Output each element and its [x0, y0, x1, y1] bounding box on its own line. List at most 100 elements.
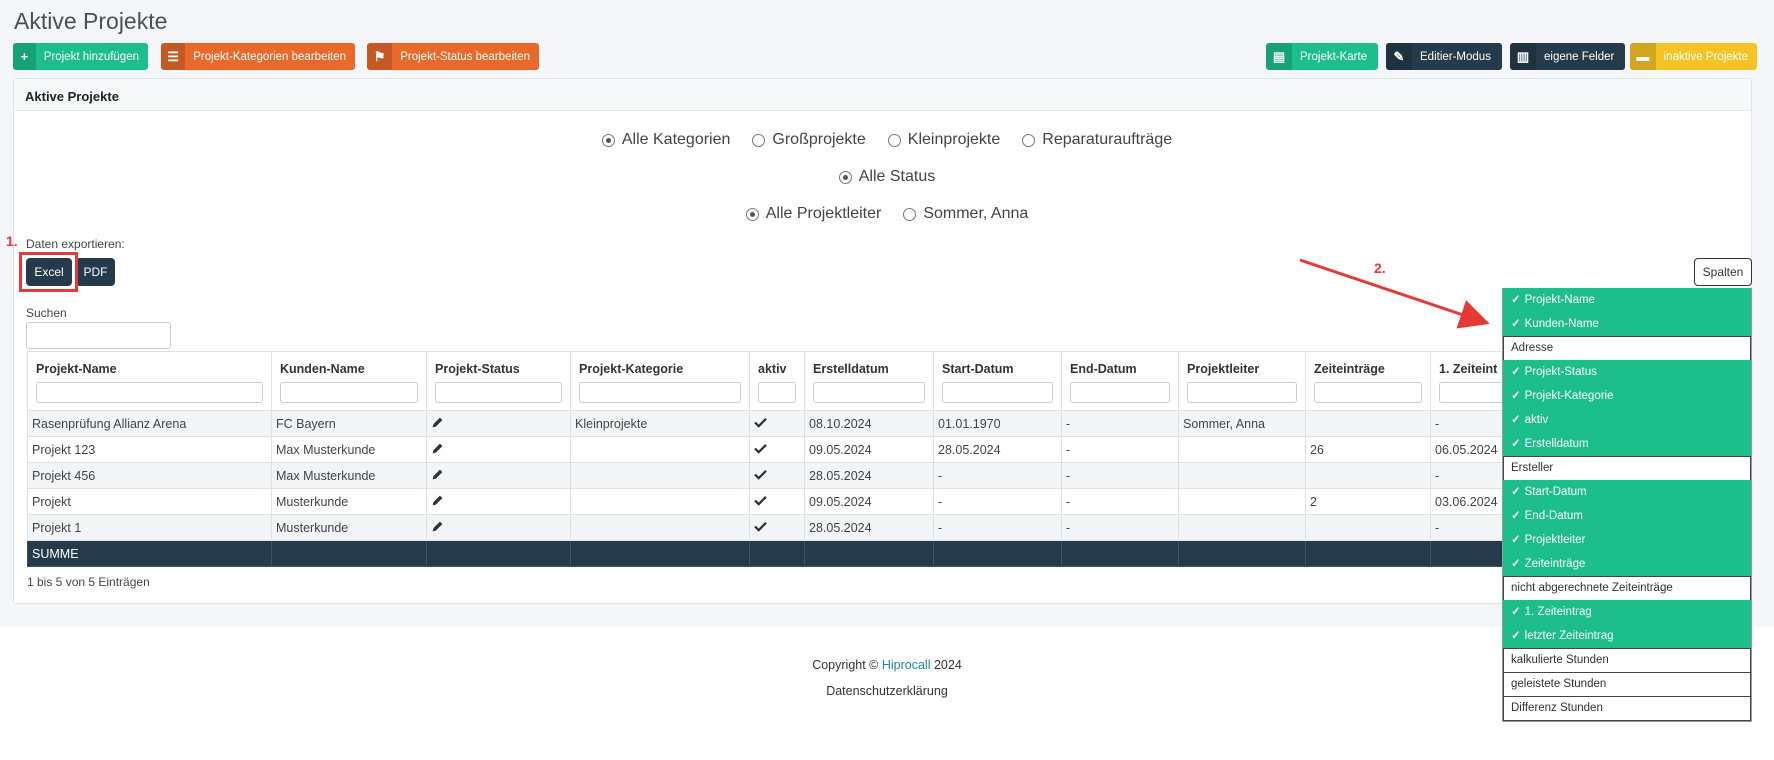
inactive-projects-button[interactable]: ▬ inaktive Projekte: [1630, 43, 1757, 70]
radio-selected-icon: [745, 207, 759, 221]
column-header[interactable]: Projekt-Status: [426, 351, 571, 411]
pencil-icon[interactable]: [431, 520, 445, 536]
page-title: Aktive Projekte: [14, 8, 168, 34]
column-toggle-item[interactable]: Differenz Stunden: [1503, 696, 1751, 721]
column-header[interactable]: Start-Datum: [933, 351, 1062, 411]
column-toggle-item[interactable]: ✓ Kunden-Name: [1503, 312, 1751, 337]
column-filter-input[interactable]: [1314, 382, 1422, 403]
column-filter-input[interactable]: [1070, 382, 1170, 403]
column-header[interactable]: Projekt-Kategorie: [570, 351, 750, 411]
column-toggle-item[interactable]: ✓ Projekt-Kategorie: [1503, 384, 1751, 409]
active-cell: [749, 488, 805, 515]
table-cell: Projekt 456: [27, 462, 272, 489]
pencil-icon[interactable]: [431, 494, 445, 510]
column-filter-input[interactable]: [435, 382, 562, 403]
column-filter-input[interactable]: [758, 382, 796, 403]
column-filter-input[interactable]: [1187, 382, 1297, 403]
radio-grossprojekte[interactable]: Großprojekte: [752, 131, 866, 149]
column-header[interactable]: Projekt-Name: [27, 351, 272, 411]
table-cell: Musterkunde: [271, 488, 427, 515]
radio-icon: [752, 133, 766, 147]
column-toggle-item[interactable]: ✓ aktiv: [1503, 408, 1751, 433]
edit-status-cell: [426, 514, 571, 541]
custom-fields-button[interactable]: ▥ eigene Felder: [1510, 43, 1625, 70]
add-project-button[interactable]: + Projekt hinzufügen: [13, 43, 148, 70]
column-toggle-item[interactable]: ✓ letzter Zeiteintrag: [1503, 624, 1751, 649]
column-header[interactable]: Zeiteinträge: [1305, 351, 1431, 411]
columns-toggle-button[interactable]: Spalten: [1694, 258, 1752, 286]
column-toggle-item[interactable]: ✓ Erstelldatum: [1503, 432, 1751, 457]
table-cell: -: [1061, 488, 1179, 515]
edit-mode-button[interactable]: ✎ Editier-Modus: [1386, 43, 1502, 70]
radio-all-status[interactable]: Alle Status: [838, 168, 935, 186]
brand-link[interactable]: Hiprocall: [882, 658, 931, 672]
table-cell: Max Musterkunde: [271, 436, 427, 463]
category-filter: Alle Kategorien Großprojekte Kleinprojek…: [0, 131, 1774, 149]
search-input[interactable]: [26, 322, 171, 349]
table-row[interactable]: Rasenprüfung Allianz Arena FC Bayern Klein…: [27, 410, 1518, 437]
column-filter-input[interactable]: [1439, 382, 1509, 403]
table-row[interactable]: Projekt 456 Max Musterkunde 28.05.2024- - -: [27, 462, 1518, 489]
edit-status-cell: [426, 488, 571, 515]
column-toggle-item[interactable]: ✓ Zeiteinträge: [1503, 552, 1751, 577]
list-icon: ☰: [161, 43, 186, 70]
project-map-button[interactable]: ▤ Projekt-Karte: [1266, 43, 1378, 70]
column-filter-input[interactable]: [942, 382, 1053, 403]
column-toggle-item[interactable]: ✓ 1. Zeiteintrag: [1503, 600, 1751, 625]
table-cell: [1178, 488, 1306, 515]
pencil-icon[interactable]: [431, 442, 445, 458]
table-cell: [570, 436, 750, 463]
table-cell: [570, 514, 750, 541]
column-toggle-item[interactable]: ✓ End-Datum: [1503, 504, 1751, 529]
column-toggle-item[interactable]: Adresse: [1503, 336, 1751, 361]
table-row[interactable]: Projekt 1 Musterkunde 28.05.2024- - -: [27, 514, 1518, 541]
column-header[interactable]: aktiv: [749, 351, 805, 411]
radio-all-categories[interactable]: Alle Kategorien: [601, 131, 730, 149]
column-toggle-item[interactable]: ✓ Start-Datum: [1503, 480, 1751, 505]
column-header[interactable]: End-Datum: [1061, 351, 1179, 411]
annotation-highlight-box: [19, 252, 78, 292]
pencil-icon[interactable]: [431, 416, 445, 432]
privacy-link[interactable]: Datenschutzerklärung: [0, 684, 1774, 698]
column-header[interactable]: Kunden-Name: [271, 351, 427, 411]
column-toggle-item[interactable]: ✓ Projektleiter: [1503, 528, 1751, 553]
column-filter-input[interactable]: [813, 382, 925, 403]
table-header-row: Projekt-Name Kunden-Name Projekt-Status …: [27, 351, 1518, 411]
table-cell: 28.05.2024: [804, 514, 934, 541]
radio-icon: [903, 207, 917, 221]
column-filter-input[interactable]: [579, 382, 741, 403]
checkmark-icon: ✓: [1511, 366, 1521, 378]
table-cell: -: [1061, 436, 1179, 463]
radio-sommer-anna[interactable]: Sommer, Anna: [903, 205, 1028, 223]
edit-status-button[interactable]: ⚑ Projekt-Status bearbeiten: [367, 43, 539, 70]
sum-label: SUMME: [27, 540, 272, 567]
column-header[interactable]: Erstelldatum: [804, 351, 934, 411]
table-footer-row: SUMME: [27, 540, 1518, 567]
table-cell: [1178, 436, 1306, 463]
active-cell: [749, 436, 805, 463]
radio-selected-icon: [838, 170, 852, 184]
column-toggle-item[interactable]: ✓ Projekt-Name: [1503, 288, 1751, 313]
radio-reparaturauftraege[interactable]: Reparaturaufträge: [1022, 131, 1172, 149]
column-header[interactable]: Projektleiter: [1178, 351, 1306, 411]
table-cell: Max Musterkunde: [271, 462, 427, 489]
radio-all-projektleiter[interactable]: Alle Projektleiter: [745, 205, 881, 223]
checkmark-icon: ✓: [1511, 318, 1521, 330]
column-toggle-item[interactable]: ✓ Projekt-Status: [1503, 360, 1751, 385]
pdf-export-button[interactable]: PDF: [76, 258, 115, 286]
column-toggle-item[interactable]: nicht abgerechnete Zeiteinträge: [1503, 576, 1751, 601]
edit-categories-button[interactable]: ☰ Projekt-Kategorien bearbeiten: [161, 43, 355, 70]
column-filter-input[interactable]: [280, 382, 418, 403]
radio-kleinprojekte[interactable]: Kleinprojekte: [887, 131, 1000, 149]
column-filter-input[interactable]: [36, 382, 263, 403]
table-row[interactable]: Projekt Musterkunde 09.05.2024- -2 03.06.202…: [27, 488, 1518, 515]
table-cell: 2: [1305, 488, 1431, 515]
table-cell: Rasenprüfung Allianz Arena: [27, 410, 272, 437]
table-row[interactable]: Projekt 123 Max Musterkunde 09.05.2024 28.0…: [27, 436, 1518, 463]
table-cell: 09.05.2024: [804, 488, 934, 515]
pencil-icon[interactable]: [431, 468, 445, 484]
checkmark-icon: ✓: [1511, 534, 1521, 546]
active-cell: [749, 410, 805, 437]
column-toggle-item[interactable]: Ersteller: [1503, 456, 1751, 481]
checkmark-icon: ✓: [1511, 606, 1521, 618]
